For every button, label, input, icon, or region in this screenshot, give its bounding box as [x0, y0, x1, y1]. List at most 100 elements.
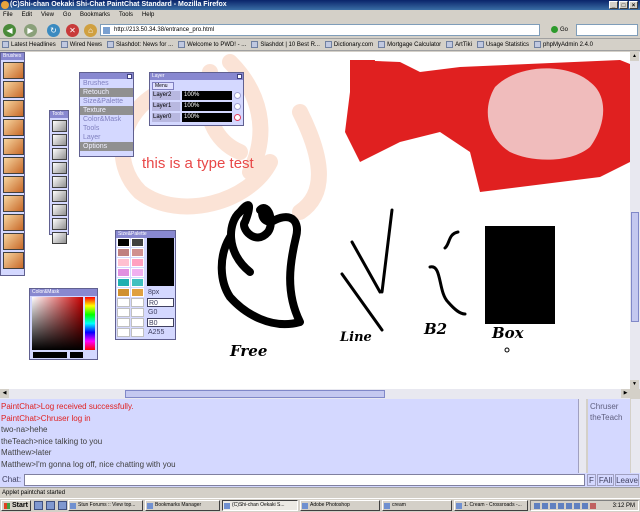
pen-tool-icon[interactable]	[3, 62, 24, 79]
taskbar-item[interactable]: Bookmarks Manager	[145, 500, 220, 511]
bookmark-item[interactable]: phpMyAdmin 2.4.0	[533, 39, 593, 50]
menu-help[interactable]: Help	[142, 10, 154, 21]
color-swatch[interactable]	[131, 318, 144, 327]
color-swatch[interactable]	[131, 298, 144, 307]
close-icon[interactable]	[237, 74, 242, 79]
leave-button[interactable]: Leave	[615, 474, 639, 486]
copy-icon[interactable]	[51, 218, 67, 230]
visibility-icon[interactable]	[234, 103, 241, 110]
back-icon[interactable]: ◀	[3, 24, 16, 37]
color-swatch[interactable]	[131, 288, 144, 297]
menu-item-color-mask[interactable]: Color&Mask	[80, 115, 133, 124]
color-swatch[interactable]	[117, 278, 130, 287]
oval-icon[interactable]	[51, 190, 67, 202]
mask-color[interactable]	[33, 352, 67, 358]
user-item[interactable]: theTeach	[590, 412, 628, 423]
user-item[interactable]: Chruser	[590, 401, 628, 412]
taskbar-item[interactable]: cream	[382, 500, 452, 511]
color-swatch[interactable]	[117, 248, 130, 257]
bezier-icon[interactable]	[51, 148, 67, 160]
menu-item-brushes[interactable]: Brushes	[80, 79, 133, 88]
menu-edit[interactable]: Edit	[22, 10, 32, 21]
watercolor-tool-icon[interactable]	[3, 138, 24, 155]
bookmark-item[interactable]: Dictionary.com	[324, 39, 373, 50]
bookmark-item[interactable]: ArtTiki	[446, 39, 472, 50]
tray-icon[interactable]	[550, 503, 556, 509]
color-swatch[interactable]	[117, 298, 130, 307]
color-swatch[interactable]	[131, 248, 144, 257]
reload-icon[interactable]: ↻	[47, 24, 60, 37]
menu-go[interactable]: Go	[63, 10, 71, 21]
color-picker-square[interactable]	[32, 297, 83, 350]
taskbar-item[interactable]: Stun Forums :: View top...	[68, 500, 143, 511]
fall-button[interactable]: FAll	[597, 474, 614, 486]
menu-item-size-palette[interactable]: Size&Palette	[80, 97, 133, 106]
menu-item-tools[interactable]: Tools	[80, 124, 133, 133]
mask-mode[interactable]	[70, 352, 83, 358]
color-swatch[interactable]	[131, 328, 144, 337]
close-icon[interactable]	[127, 74, 132, 79]
fill-oval-icon[interactable]	[51, 204, 67, 216]
color-swatch[interactable]	[131, 268, 144, 277]
menu-item-layer[interactable]: Layer	[80, 133, 133, 142]
bookmark-item[interactable]: Usage Statistics	[476, 39, 529, 50]
close-button[interactable]: ×	[629, 1, 638, 9]
scroll-left-icon[interactable]: ◀	[0, 389, 9, 398]
visibility-icon[interactable]	[234, 92, 241, 99]
chat-input[interactable]	[24, 474, 585, 486]
tray-icon[interactable]	[534, 503, 540, 509]
chat-scrollbar[interactable]	[578, 399, 586, 473]
layer-row[interactable]: Layer0 100%	[152, 113, 241, 123]
menu-item-retouch[interactable]: Retouch	[80, 88, 133, 97]
scroll-right-icon[interactable]: ▶	[621, 389, 630, 398]
pencil-tool-icon[interactable]	[3, 81, 24, 98]
color-swatch[interactable]	[117, 238, 130, 247]
color-swatch[interactable]	[131, 238, 144, 247]
vertical-scrollbar[interactable]: ▲ ▼	[630, 52, 640, 389]
bookmark-item[interactable]: Welcome to PWD! - ...	[178, 39, 246, 50]
color-swatch[interactable]	[117, 268, 130, 277]
menu-item-texture[interactable]: Texture	[80, 106, 133, 115]
f-button[interactable]: F	[587, 474, 596, 486]
eraser-tool-icon[interactable]	[3, 233, 24, 250]
go-button[interactable]: Go	[550, 24, 574, 36]
layer-row[interactable]: Layer1 100%	[152, 102, 241, 112]
quicklaunch-ie-icon[interactable]	[46, 501, 55, 510]
blur-tool-icon[interactable]	[3, 157, 24, 174]
free-draw-icon[interactable]	[51, 120, 67, 132]
layer-row[interactable]: Layer2 100%	[152, 91, 241, 101]
color-swatch[interactable]	[117, 258, 130, 267]
bookmark-item[interactable]: Slashdot: News for ...	[107, 39, 173, 50]
layer-opacity[interactable]: 100%	[182, 91, 232, 100]
color-swatch[interactable]	[117, 288, 130, 297]
stop-icon[interactable]: ✕	[66, 24, 79, 37]
color-swatch[interactable]	[131, 278, 144, 287]
green-value[interactable]: G0	[147, 308, 174, 317]
menu-view[interactable]: View	[41, 10, 54, 21]
tray-icon[interactable]	[582, 503, 588, 509]
tray-icon[interactable]	[558, 503, 564, 509]
menu-tools[interactable]: Tools	[119, 10, 133, 21]
color-swatch[interactable]	[117, 308, 130, 317]
scroll-thumb[interactable]	[631, 212, 639, 322]
menu-bookmarks[interactable]: Bookmarks	[80, 10, 110, 21]
color-swatch[interactable]	[131, 308, 144, 317]
scroll-up-icon[interactable]: ▲	[630, 52, 639, 61]
line-icon[interactable]	[51, 134, 67, 146]
minimize-button[interactable]: _	[609, 1, 618, 9]
dropper-tool-icon[interactable]	[3, 214, 24, 231]
bookmark-item[interactable]: Mortgage Calculator	[378, 39, 441, 50]
red-value[interactable]: R0	[147, 298, 174, 307]
address-bar[interactable]: http://213.50.34.38/entrance_pro.html	[100, 24, 540, 36]
paint-canvas-area[interactable]: this is a type test Free Line B2 Box Bru…	[0, 52, 630, 389]
blue-value[interactable]: B0	[147, 318, 174, 327]
scroll-thumb[interactable]	[125, 390, 385, 398]
undo-icon[interactable]	[51, 232, 67, 244]
menu-item-options[interactable]: Options	[80, 142, 133, 151]
hue-slider[interactable]	[85, 297, 95, 350]
bookmark-item[interactable]: Wired News	[60, 39, 102, 50]
tray-icon[interactable]	[574, 503, 580, 509]
menu-file[interactable]: File	[3, 10, 13, 21]
brush-size[interactable]: 8px	[147, 288, 174, 297]
taskbar-item[interactable]: 1. Cream - Crossroads -...	[454, 500, 528, 511]
